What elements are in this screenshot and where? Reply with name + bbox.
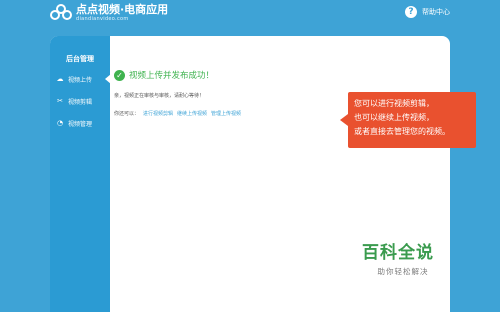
watermark: 百科全说 助你轻松解决 xyxy=(362,238,450,277)
chart-icon: ◔ xyxy=(56,119,64,127)
sidebar-title: 后台管理 xyxy=(66,55,94,63)
next-actions: 你还可以： 进行视频剪辑 继续上传视频 管理上传视频 xyxy=(114,110,241,117)
sidebar-item-edit[interactable]: ✂ 视频剪辑 xyxy=(50,90,110,112)
top-bar: 点点视频·电商应用 diandianvideo.com ? 帮助中心 xyxy=(0,0,500,28)
sidebar-item-label: 视频剪辑 xyxy=(68,98,93,106)
callout-line: 或者直接去管理您的视频。 xyxy=(354,127,450,136)
callout-line: 也可以继续上传视频， xyxy=(354,113,434,122)
review-note: 亲，视频正在审核与审核，请耐心等待！ xyxy=(114,93,205,99)
logo-icon xyxy=(50,4,72,22)
help-label: 帮助中心 xyxy=(422,8,450,16)
watermark-subtitle: 助你轻松解决 xyxy=(377,267,429,276)
link-upload-more[interactable]: 继续上传视频 xyxy=(177,110,207,117)
sidebar: 后台管理 ☁ 视频上传 ✂ 视频剪辑 ◔ 视频管理 xyxy=(50,36,111,312)
callout-line: 您可以进行视频剪辑， xyxy=(354,99,434,108)
sidebar-item-upload[interactable]: ☁ 视频上传 xyxy=(50,68,111,90)
upload-icon: ☁ xyxy=(56,75,64,83)
scissors-icon: ✂ xyxy=(57,97,63,105)
next-actions-prefix: 你还可以： xyxy=(114,111,140,117)
watermark-title: 百科全说 xyxy=(362,243,434,263)
help-center-link[interactable]: ? 帮助中心 xyxy=(405,6,450,18)
link-edit-video[interactable]: 进行视频剪辑 xyxy=(143,110,173,117)
success-message: 视频上传并发布成功！ xyxy=(129,71,215,81)
check-icon: ✓ xyxy=(114,69,125,81)
link-manage-videos[interactable]: 管理上传视频 xyxy=(211,110,241,117)
logo-subtitle: diandianvideo.com xyxy=(76,16,129,22)
logo[interactable]: 点点视频·电商应用 diandianvideo.com xyxy=(50,4,168,22)
sidebar-item-manage[interactable]: ◔ 视频管理 xyxy=(50,112,110,134)
sidebar-item-label: 视频上传 xyxy=(68,76,93,84)
help-icon: ? xyxy=(405,6,417,18)
tip-callout: 您可以进行视频剪辑， 也可以继续上传视频， 或者直接去管理您的视频。 xyxy=(340,92,476,148)
logo-title: 点点视频·电商应用 xyxy=(76,3,169,16)
success-banner: ✓ 视频上传并发布成功！ xyxy=(114,69,214,81)
sidebar-item-label: 视频管理 xyxy=(68,120,93,128)
